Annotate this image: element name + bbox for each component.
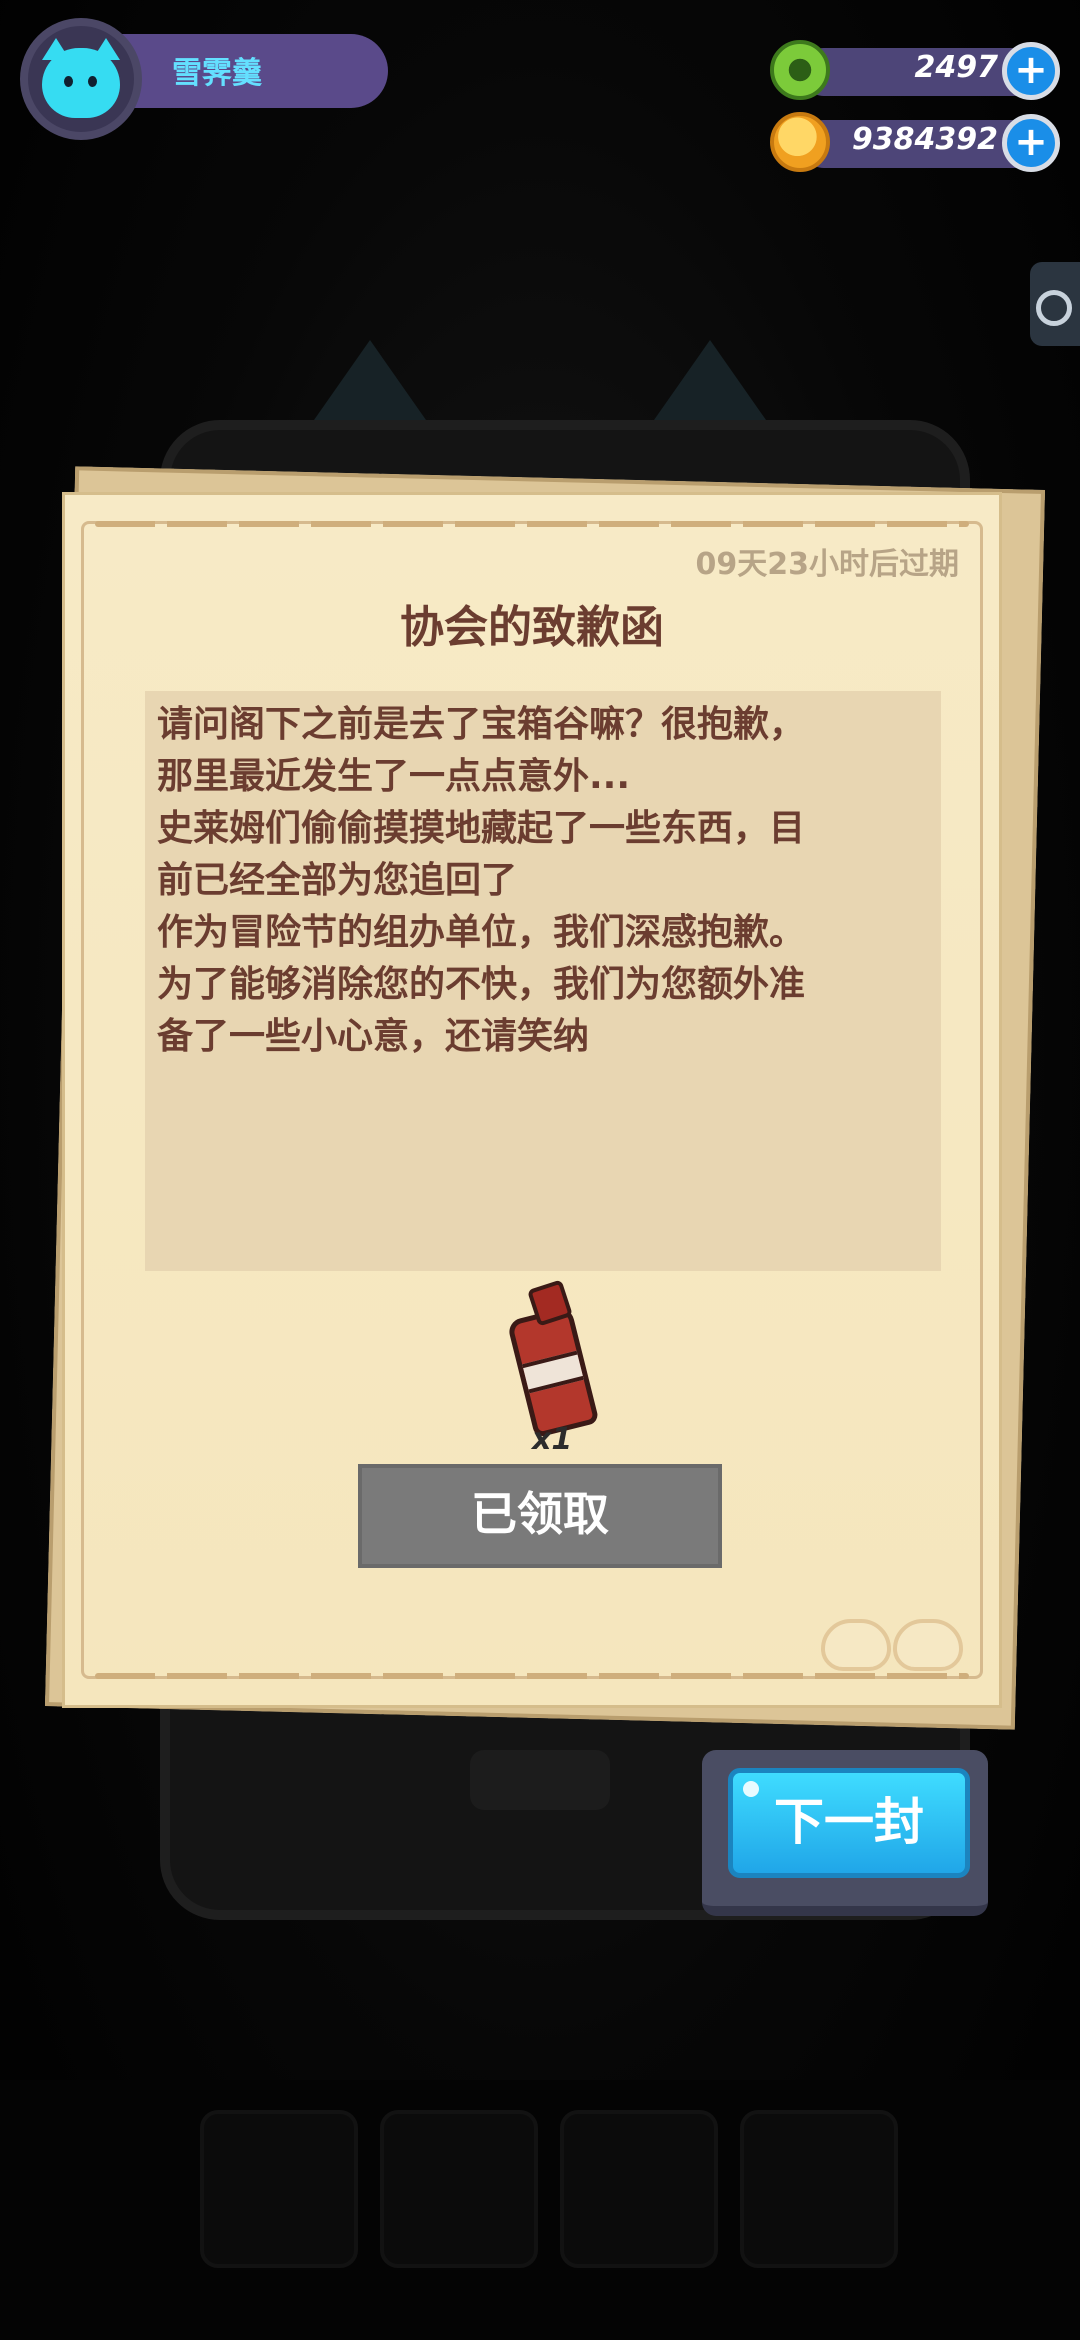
coin-count: 9384392 <box>851 122 998 157</box>
player-name: 雪霁羹 <box>172 56 262 91</box>
next-letter-label: 下一封 <box>774 1793 924 1851</box>
cat-avatar-icon <box>42 38 120 118</box>
game-screen: 雪霁羹 2497 + 9384392 + 09天23小时后过期 协会的致歉函 请… <box>0 0 1080 2340</box>
side-menu-tab[interactable] <box>1030 262 1080 346</box>
avatar-ear-left <box>42 38 70 60</box>
background-bottom-bar <box>0 2080 1080 2340</box>
green-gem-icon <box>770 40 830 100</box>
letter-bottom-border <box>95 1673 969 1679</box>
gem-count: 2497 <box>914 50 999 85</box>
cat-doodle <box>893 1619 963 1671</box>
background-tile <box>380 2110 538 2268</box>
add-coin-button[interactable]: + <box>1002 114 1060 172</box>
background-tile <box>740 2110 898 2268</box>
background-device-slot <box>470 1750 610 1810</box>
player-name-bar: 雪霁羹 <box>110 34 388 108</box>
cat-doodle <box>821 1619 891 1671</box>
letter-top-border <box>95 521 969 527</box>
letter-body-line: 史莱姆们偷偷摸摸地藏起了一些东西，目 <box>157 808 806 849</box>
next-letter-button[interactable]: 下一封 <box>728 1768 970 1878</box>
bottle-body <box>506 1305 600 1439</box>
coin-currency: 9384392 + <box>770 112 1060 172</box>
avatar-eye-left <box>64 76 73 87</box>
letter-title: 协会的致歉函 <box>400 602 664 653</box>
avatar[interactable] <box>20 18 142 140</box>
letter-body-line: 请问阁下之前是去了宝箱谷嘛？很抱歉， <box>157 704 806 745</box>
claimed-button[interactable]: 已领取 <box>358 1464 722 1568</box>
letter-body-line: 作为冒险节的组办单位，我们深感抱歉。 <box>157 912 806 953</box>
background-tile <box>560 2110 718 2268</box>
letter-body: 请问阁下之前是去了宝箱谷嘛？很抱歉， 那里最近发生了一点点意外... 史莱姆们偷… <box>145 691 941 1271</box>
background-tile <box>200 2110 358 2268</box>
bottle-label <box>522 1350 584 1394</box>
button-gloss <box>743 1781 759 1797</box>
gem-currency: 2497 + <box>770 40 1060 100</box>
add-gem-button[interactable]: + <box>1002 42 1060 100</box>
avatar-eye-right <box>88 76 97 87</box>
expire-timer: 09天23小时后过期 <box>695 547 960 582</box>
reward-count: x1 <box>532 1422 573 1457</box>
letter-body-line: 备了一些小心意，还请笑纳 <box>157 1016 590 1057</box>
coin-planet-icon <box>770 112 830 172</box>
letter-body-line: 那里最近发生了一点点意外... <box>157 756 631 797</box>
letter-body-line: 前已经全部为您追回了 <box>157 860 518 901</box>
cat-stamp-icon <box>821 1617 963 1671</box>
letter-body-line: 为了能够消除您的不快，我们为您额外准 <box>157 964 806 1005</box>
side-tab-icon <box>1036 290 1072 326</box>
avatar-ear-right <box>92 38 120 60</box>
